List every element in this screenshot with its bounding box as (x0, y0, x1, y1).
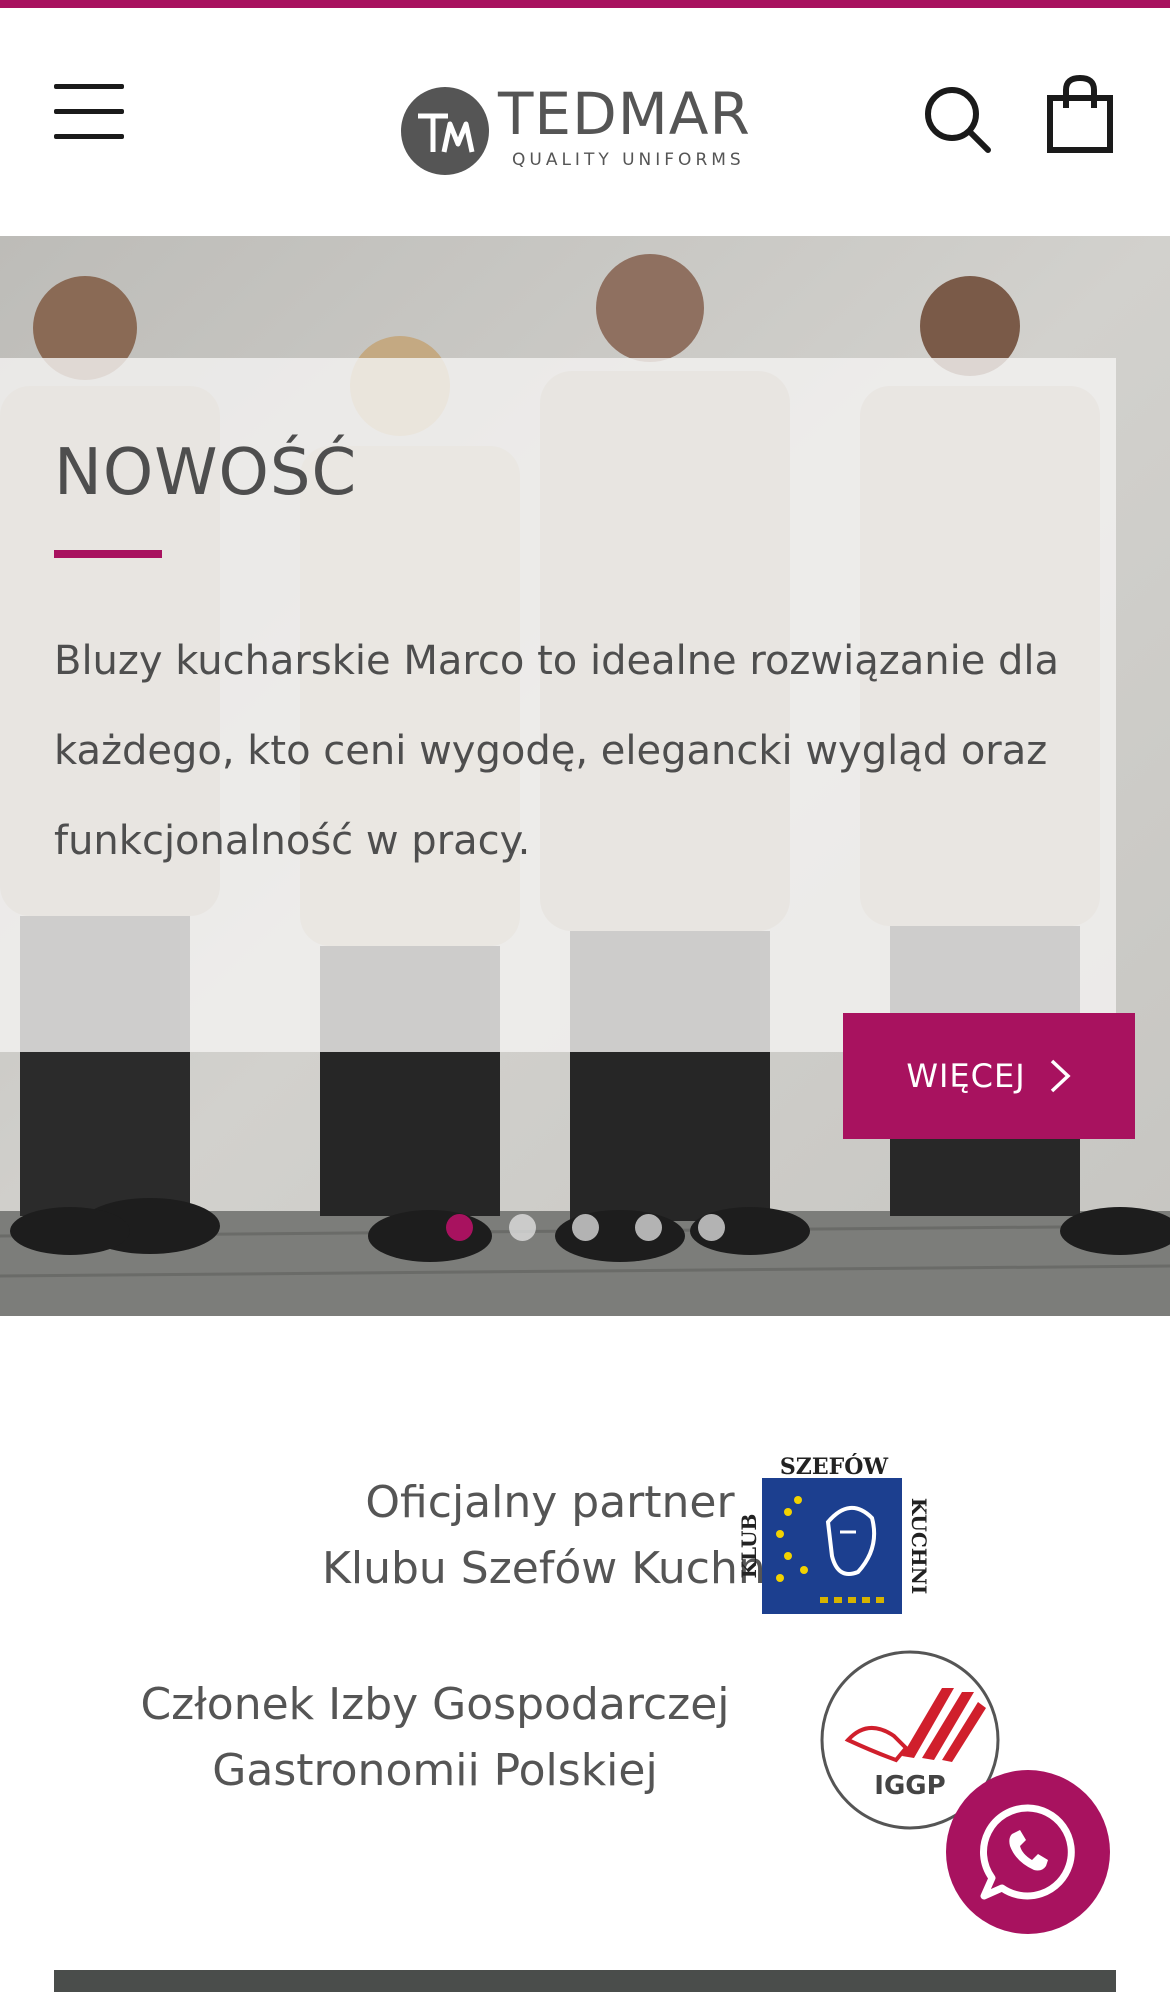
whatsapp-chat-button[interactable] (946, 1770, 1110, 1934)
more-button[interactable]: WIĘCEJ (843, 1013, 1135, 1139)
svg-text:KLUB: KLUB (740, 1514, 761, 1579)
hamburger-menu-icon (54, 84, 124, 89)
slider-pagination (446, 1214, 726, 1244)
hero-slider: NOWOŚĆ Bluzy kucharskie Marco to idealne… (0, 236, 1170, 1316)
tedmar-logo-mark (401, 87, 489, 175)
svg-text:SZEFÓW: SZEFÓW (780, 1453, 888, 1480)
chevron-right-icon (1050, 1059, 1071, 1093)
partner-iggp-line2: Gastronomii Polskiej (212, 1745, 658, 1796)
slider-dot-5[interactable] (698, 1214, 725, 1241)
partner-iggp-text: Członek Izby Gospodarczej Gastronomii Po… (120, 1672, 750, 1804)
logo-tagline: QUALITY UNIFORMS (512, 150, 745, 170)
shopping-bag-icon (1047, 74, 1113, 153)
slider-dot-2[interactable] (509, 1214, 536, 1241)
slider-dot-1[interactable] (446, 1214, 473, 1241)
menu-button[interactable] (54, 84, 124, 140)
search-button[interactable] (922, 84, 992, 154)
slider-dot-4[interactable] (635, 1214, 662, 1241)
hero-promo-card: NOWOŚĆ Bluzy kucharskie Marco to idealne… (0, 358, 1135, 1139)
hero-description: Bluzy kucharskie Marco to idealne rozwią… (54, 638, 1060, 864)
partner-iggp-line1: Członek Izby Gospodarczej (140, 1679, 730, 1730)
svg-text:KUCHNI: KUCHNI (907, 1498, 928, 1595)
site-header: TEDMAR QUALITY UNIFORMS (0, 8, 1170, 236)
brand-logo[interactable]: TEDMAR QUALITY UNIFORMS (400, 78, 770, 178)
more-button-label: WIĘCEJ (906, 1057, 1026, 1095)
next-section-banner (54, 1970, 1116, 1992)
top-accent-bar (0, 0, 1170, 8)
klub-szefow-kuchni-logo[interactable]: SZEFÓW KLUB KUCHNI (740, 1452, 928, 1618)
svg-text:IGGP: IGGP (874, 1771, 945, 1801)
search-icon (925, 87, 991, 153)
hero-title: NOWOŚĆ (54, 436, 358, 510)
hero-accent-rule (54, 550, 162, 558)
slider-dot-3[interactable] (572, 1214, 599, 1241)
logo-name: TEDMAR (498, 80, 751, 148)
cart-button[interactable] (1046, 74, 1114, 154)
whatsapp-icon (980, 1804, 1075, 1900)
